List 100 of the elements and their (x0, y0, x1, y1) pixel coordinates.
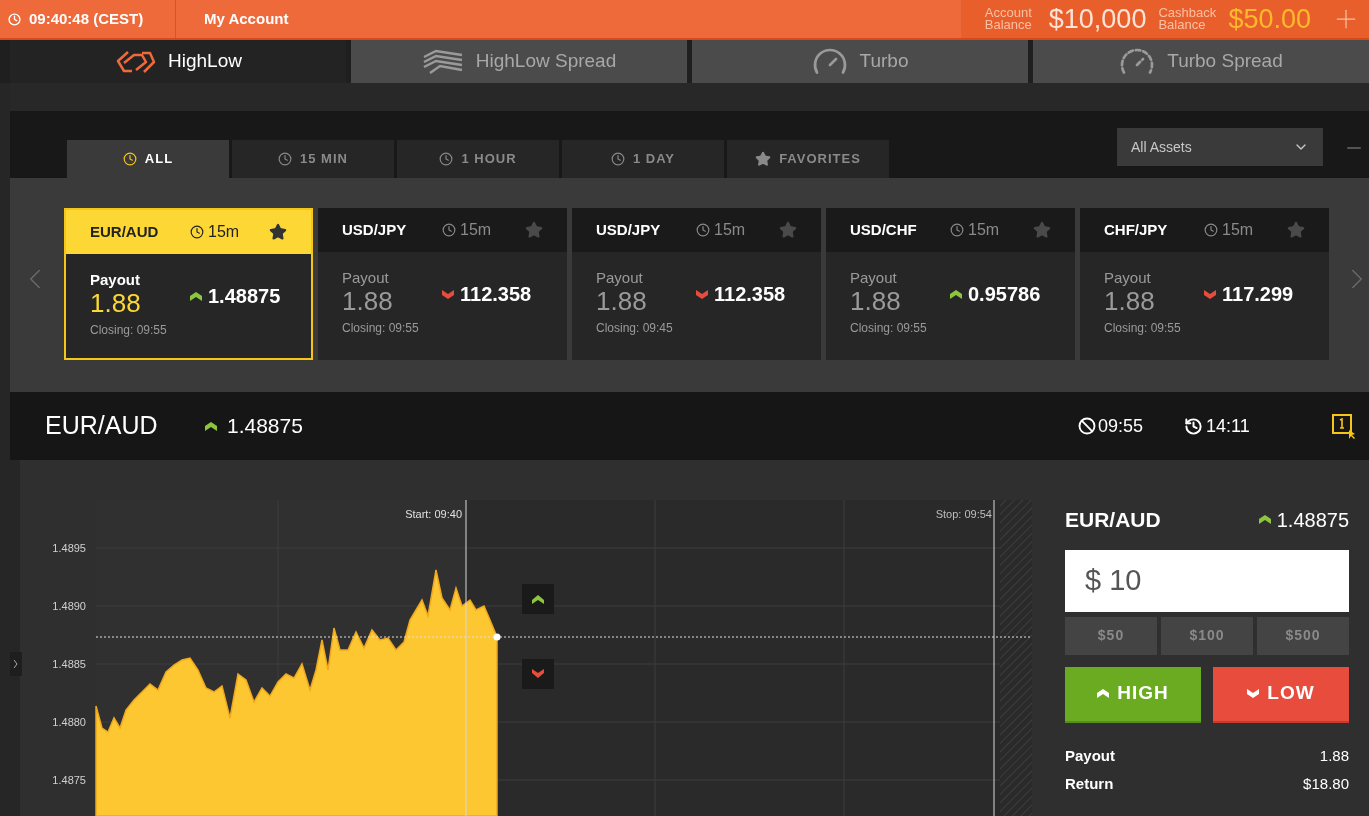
asset-duration: 15m (968, 220, 1000, 240)
period-tab[interactable]: 1 DAY (562, 140, 724, 178)
cashback-balance-label: Cashback Balance (1158, 7, 1218, 31)
asset-pair: USD/CHF (850, 219, 918, 240)
payout-label: Payout (1104, 269, 1152, 286)
product-tab[interactable]: HighLow (10, 40, 346, 83)
payout-label: Payout (90, 271, 141, 288)
favorite-star-icon[interactable] (1287, 221, 1305, 239)
payout-value: 1.88 (1319, 745, 1349, 766)
account-balance: $10,000 (1048, 2, 1147, 36)
amount-field[interactable]: $ 10 (1065, 549, 1349, 612)
asset-price: 117.299 (1222, 282, 1294, 307)
product-tab[interactable]: Turbo Spread (1033, 40, 1369, 83)
high-marker-icon[interactable] (522, 584, 554, 614)
preset-amount-button[interactable]: $50 (1065, 616, 1157, 655)
account-balance-label: Account Balance (984, 7, 1033, 31)
y-axis-label: 1.4880 (52, 716, 86, 728)
y-axis-label: 1.4875 (52, 774, 86, 786)
payout-label: Payout (850, 269, 898, 286)
asset-duration: 15m (208, 222, 240, 242)
clock-icon (8, 12, 21, 26)
favorite-star-icon[interactable] (1033, 221, 1051, 239)
expiry-time: 09:55 (1098, 414, 1145, 438)
asset-card[interactable]: USD/CHF 15m Payout 1.88 Closing: 09:55 0.95786 (826, 208, 1075, 360)
product-tab[interactable]: HighLow Spread (351, 40, 687, 83)
favorite-star-icon[interactable] (779, 221, 797, 239)
start-label: Start: 09:40 (405, 508, 462, 520)
asset-card[interactable]: EUR/AUD 15m Payout 1.88 Closing: 09:55 1.48875 (64, 208, 313, 360)
cashback-balance: $50.00 (1228, 2, 1311, 36)
asset-price: 112.358 (460, 282, 532, 307)
payout-value: 1.88 (90, 288, 142, 318)
up-arrow-icon (1097, 689, 1110, 698)
payout-label: Payout (342, 269, 390, 286)
trade-price: 1.48875 (1276, 507, 1349, 533)
high-button[interactable]: HIGH (1065, 666, 1201, 723)
star-icon (755, 151, 772, 167)
cursor-box-icon[interactable] (1331, 413, 1357, 439)
low-marker-icon[interactable] (522, 659, 554, 689)
favorite-star-icon[interactable] (269, 223, 287, 241)
clock-icon (190, 225, 204, 239)
expiry-icon (1078, 417, 1096, 435)
asset-card[interactable]: USD/JPY 15m Payout 1.88 Closing: 09:55 112.358 (318, 208, 567, 360)
history-icon (1184, 416, 1203, 436)
asset-pair: USD/JPY (596, 219, 662, 240)
closing-time: Closing: 09:55 (1104, 320, 1182, 337)
clock-icon (439, 152, 454, 166)
payout-value: 1.88 (342, 286, 394, 316)
period-tab[interactable]: 15 MIN (232, 140, 394, 178)
asset-price: 0.95786 (968, 282, 1041, 307)
asset-duration: 15m (714, 220, 746, 240)
return-value: $18.80 (1303, 774, 1349, 794)
y-axis-label: 1.4895 (52, 542, 86, 554)
stop-label: Stop: 09:54 (935, 508, 992, 520)
preset-amount-button[interactable]: $500 (1257, 616, 1349, 655)
clock-icon (1204, 223, 1218, 237)
period-tab[interactable]: FAVORITES (727, 140, 889, 178)
asset-price: 1.48875 (208, 284, 281, 309)
payout-value: 1.88 (850, 286, 902, 316)
closing-time: Closing: 09:45 (596, 320, 674, 337)
clock-icon (278, 152, 293, 166)
down-arrow-icon (1247, 689, 1260, 698)
asset-duration: 15m (1222, 220, 1254, 240)
selected-pair: EUR/AUD (45, 410, 159, 442)
y-axis-label: 1.4885 (52, 658, 86, 670)
asset-price: 112.358 (714, 282, 786, 307)
clock-icon (950, 223, 964, 237)
payout-value: 1.88 (596, 286, 648, 316)
favorite-star-icon[interactable] (525, 221, 543, 239)
remaining-time: 14:11 (1206, 414, 1251, 438)
closing-time: Closing: 09:55 (90, 322, 168, 339)
asset-card[interactable]: CHF/JPY 15m Payout 1.88 Closing: 09:55 117.299 (1080, 208, 1329, 360)
asset-card[interactable]: USD/JPY 15m Payout 1.88 Closing: 09:45 112.358 (572, 208, 821, 360)
selected-price: 1.48875 (227, 413, 303, 440)
clock-icon (696, 223, 710, 237)
product-tab[interactable]: Turbo (692, 40, 1028, 83)
asset-duration: 15m (460, 220, 492, 240)
clock-icon (442, 223, 456, 237)
y-axis-label: 1.4890 (52, 600, 86, 612)
payout-label: Payout (596, 269, 644, 286)
trade-pair: EUR/AUD (1065, 507, 1161, 533)
current-price-dot (493, 633, 501, 641)
wave-lines-icon (421, 48, 464, 75)
asset-pair: CHF/JPY (1104, 219, 1169, 240)
my-account-link[interactable]: My Account (176, 0, 317, 38)
period-tab[interactable]: ALL (67, 140, 229, 178)
asset-pair: USD/JPY (342, 219, 408, 240)
preset-amount-button[interactable]: $100 (1161, 616, 1253, 655)
closing-time: Closing: 09:55 (342, 320, 420, 337)
asset-pair: EUR/AUD (90, 221, 160, 242)
clock-icon (122, 152, 137, 166)
payout-label: Payout (1065, 745, 1115, 766)
period-tab[interactable]: 1 HOUR (397, 140, 559, 178)
payout-value: 1.88 (1104, 286, 1156, 316)
low-button[interactable]: LOW (1213, 666, 1349, 723)
logo-icon (114, 48, 157, 75)
closing-time: Closing: 09:55 (850, 320, 928, 337)
return-label: Return (1065, 774, 1114, 794)
collapse-handle[interactable] (10, 652, 22, 676)
clock-time: 09:40:48 (CEST) (29, 8, 144, 29)
asset-dropdown[interactable]: All Assets (1117, 128, 1323, 166)
